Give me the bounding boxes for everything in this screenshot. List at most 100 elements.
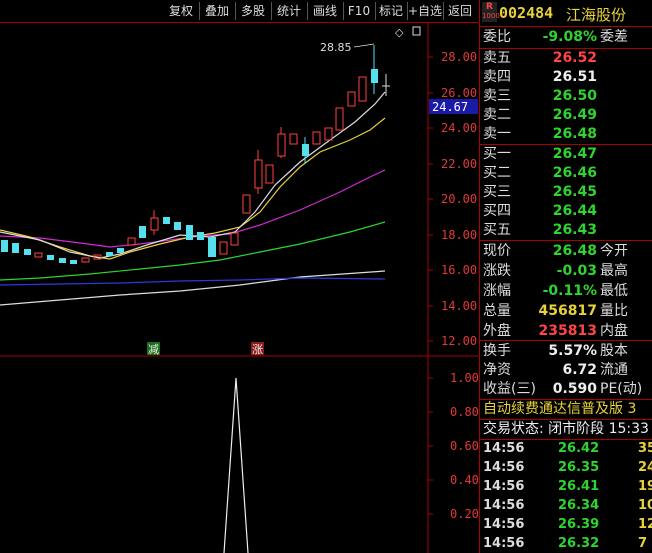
ask-label: 卖四 [483, 69, 511, 85]
tick-row: 14:56 26.34 10 [480, 497, 652, 515]
candle [163, 217, 170, 224]
add-watchlist-button[interactable]: +自选 [407, 2, 444, 20]
tick-row: 14:56 26.32 7 [480, 535, 652, 553]
candle [277, 133, 286, 157]
quote-value: -0.11% [542, 283, 597, 299]
price-tick: 18.00 [441, 228, 477, 242]
stats-label: 换手 [483, 343, 511, 359]
ask-row[interactable]: 卖一 26.48 [480, 125, 652, 144]
tick-price: 26.32 [558, 536, 600, 551]
tick-volume: 7 [638, 536, 648, 551]
current-price-tag-text: 24.67 [432, 100, 468, 114]
high-price-pointer [353, 43, 375, 48]
divider [480, 26, 652, 27]
restore-rights-button[interactable]: 复权 [163, 2, 200, 20]
stats-value: 6.72 [562, 362, 597, 378]
quote-row: 现价 26.48 今开 [480, 242, 652, 261]
quote-value: -0.03 [556, 263, 597, 279]
bid-label: 买三 [483, 184, 511, 200]
candle [70, 260, 77, 264]
bid-label: 买二 [483, 165, 511, 181]
indicator-tick: 0.40 [450, 473, 478, 487]
trade-status: 交易状态: 闭市阶段 15:33 [483, 421, 649, 437]
ask-price: 26.51 [552, 69, 597, 85]
f10-button[interactable]: F10 [343, 2, 376, 20]
diamond-icon: ◇ [395, 26, 404, 39]
stats-row: 收益(三) 0.590 PE(动) [480, 380, 652, 399]
quote-row: 总量 456817 量比 [480, 302, 652, 321]
bid-row[interactable]: 买二 26.46 [480, 164, 652, 183]
price-tick: 22.00 [441, 157, 477, 171]
stats-label2: 股本 [600, 343, 628, 359]
stock-code: 002484 [499, 4, 554, 22]
divider [480, 340, 652, 341]
candle [208, 237, 216, 257]
ask-row[interactable]: 卖二 26.49 [480, 106, 652, 125]
quote-label2: 今开 [600, 243, 628, 259]
candle [106, 252, 113, 256]
bid-row[interactable]: 买四 26.44 [480, 202, 652, 221]
price-tick: 28.00 [441, 50, 477, 64]
news-ticker[interactable]: 自动续费通达信普及版 3 [480, 400, 652, 419]
indicator-tick: 0.60 [450, 439, 478, 453]
kline-chart[interactable]: 28.00 26.00 24.00 22.00 20.00 18.00 16.0… [0, 22, 478, 553]
candle [324, 127, 333, 141]
multi-stock-button[interactable]: 多股 [235, 2, 272, 20]
stock-header[interactable]: R 1000 002484 江海股份 [480, 0, 652, 26]
badge-bottom: 1000 [482, 12, 500, 20]
order-ratio-label: 委比 [483, 29, 511, 45]
quote-label: 涨幅 [483, 283, 511, 299]
bid-row[interactable]: 买三 26.45 [480, 183, 652, 202]
tick-volume: 12 [638, 517, 652, 532]
draw-line-button[interactable]: 画线 [307, 2, 344, 20]
candle [34, 252, 43, 258]
quote-row: 涨幅 -0.11% 最低 [480, 282, 652, 301]
back-button[interactable]: 返回 [443, 2, 477, 20]
bid-price: 26.46 [552, 165, 597, 181]
candle [139, 226, 146, 238]
indicator-tick: 0.20 [450, 507, 478, 521]
stats-label: 净资 [483, 362, 511, 378]
ask-row[interactable]: 卖四 26.51 [480, 68, 652, 87]
candle [230, 232, 239, 246]
price-tick: 14.00 [441, 299, 477, 313]
price-tick: 16.00 [441, 263, 477, 277]
candle [197, 232, 204, 240]
tick-price: 26.34 [558, 498, 600, 513]
overlay-button[interactable]: 叠加 [199, 2, 236, 20]
candle [174, 222, 181, 230]
ask-row[interactable]: 卖五 26.52 [480, 49, 652, 68]
marker-buy-label: 涨 [252, 343, 263, 356]
bid-label: 买一 [483, 146, 511, 162]
tick-volume: 19 [638, 479, 652, 494]
ask-label: 卖一 [483, 126, 511, 142]
bid-price: 26.47 [552, 146, 597, 162]
stats-value: 5.57% [548, 343, 597, 359]
statistics-button[interactable]: 统计 [271, 2, 308, 20]
tick-time: 14:56 [483, 498, 525, 513]
candle [12, 243, 19, 253]
candle [371, 69, 378, 83]
tick-price: 26.42 [558, 441, 600, 456]
candle [358, 76, 367, 102]
order-diff-label: 委差 [600, 29, 628, 45]
candle [347, 91, 356, 107]
quote-label: 外盘 [483, 323, 511, 339]
candle [186, 225, 193, 240]
candle [150, 217, 159, 231]
marker-sell-label: 减 [148, 343, 159, 356]
divider [480, 240, 652, 241]
bid-row[interactable]: 买五 26.43 [480, 221, 652, 240]
price-tick: 12.00 [441, 334, 477, 348]
ask-price: 26.49 [552, 107, 597, 123]
quote-label: 总量 [483, 303, 511, 319]
bid-row[interactable]: 买一 26.47 [480, 145, 652, 164]
quote-label2: 最高 [600, 263, 628, 279]
ask-row[interactable]: 卖三 26.50 [480, 87, 652, 106]
candle [302, 144, 309, 156]
tick-row: 14:56 26.35 24 [480, 459, 652, 477]
stats-row: 换手 5.57% 股本 [480, 342, 652, 361]
price-tick: 24.00 [441, 121, 477, 135]
mark-button[interactable]: 标记 [375, 2, 408, 20]
candle [265, 164, 274, 184]
